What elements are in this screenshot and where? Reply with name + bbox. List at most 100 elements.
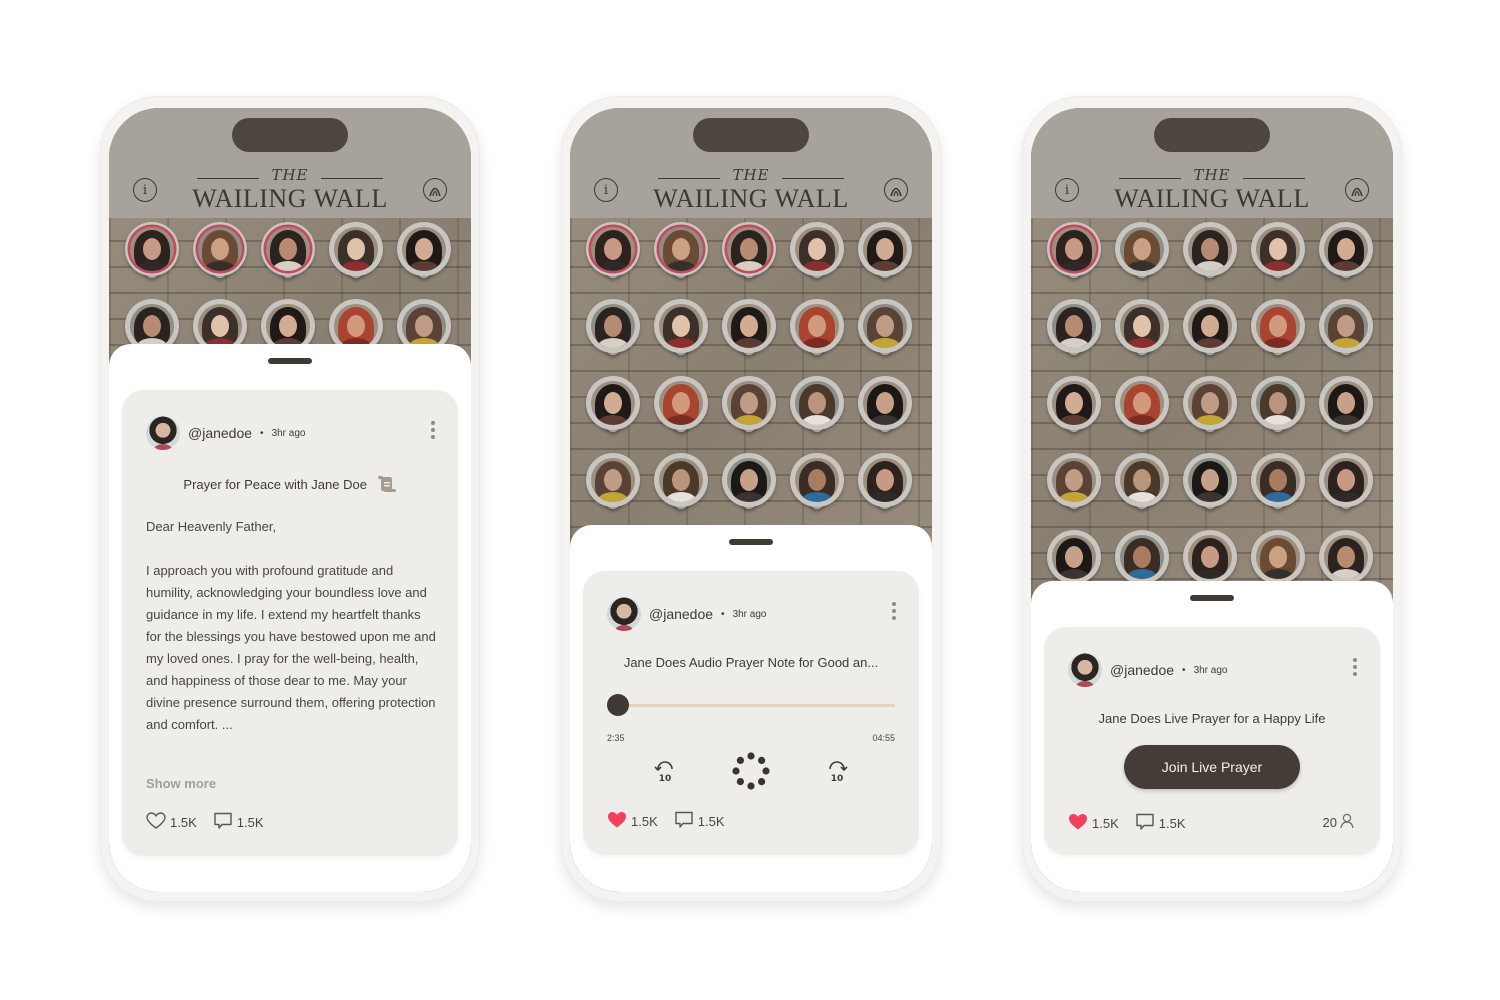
prayer-pin[interactable] xyxy=(1183,376,1237,440)
wall-arch-icon[interactable] xyxy=(1345,178,1369,202)
avatar[interactable] xyxy=(607,597,641,631)
prayer-pin[interactable] xyxy=(790,376,844,440)
comment-button[interactable]: 1.5K xyxy=(674,811,725,832)
user-avatar-photo xyxy=(1256,381,1300,425)
user-avatar-photo xyxy=(659,458,703,502)
prayer-pin[interactable] xyxy=(1319,222,1373,286)
prayer-pin[interactable] xyxy=(722,376,776,440)
prayer-pin[interactable] xyxy=(790,222,844,286)
prayer-pin[interactable] xyxy=(1251,299,1305,363)
post-time: 3hr ago xyxy=(271,427,306,439)
prayer-pin[interactable] xyxy=(858,222,912,286)
more-options-icon[interactable] xyxy=(891,602,897,620)
more-options-icon[interactable] xyxy=(1352,658,1358,676)
phone-screen: THE WAILING WALL i @janedoe • 3hr ago Ja… xyxy=(570,108,932,892)
post-author[interactable]: @janedoe • 3hr ago xyxy=(607,597,766,631)
sheet-drag-handle[interactable] xyxy=(1190,595,1234,601)
prayer-pin[interactable] xyxy=(1115,376,1169,440)
user-avatar-photo xyxy=(591,304,635,348)
join-live-prayer-button[interactable]: Join Live Prayer xyxy=(1124,745,1300,789)
prayer-pin[interactable] xyxy=(1115,299,1169,363)
prayer-pin[interactable] xyxy=(790,299,844,363)
sheet-drag-handle[interactable] xyxy=(268,358,312,364)
username[interactable]: @janedoe xyxy=(188,425,252,441)
app-title: WAILING WALL xyxy=(192,184,388,213)
user-avatar-photo xyxy=(402,304,446,348)
svg-text:10: 10 xyxy=(659,774,672,782)
prayer-pin[interactable] xyxy=(1047,376,1101,440)
prayer-pin[interactable] xyxy=(1115,453,1169,517)
post-author[interactable]: @janedoe • 3hr ago xyxy=(146,416,305,450)
user-avatar-photo xyxy=(1324,381,1368,425)
like-button[interactable]: 1.5K xyxy=(1068,813,1119,834)
username[interactable]: @janedoe xyxy=(1110,662,1174,678)
username[interactable]: @janedoe xyxy=(649,606,713,622)
user-avatar-photo xyxy=(1256,458,1300,502)
avatar[interactable] xyxy=(146,416,180,450)
info-icon[interactable]: i xyxy=(133,178,157,202)
prayer-pin[interactable] xyxy=(1183,299,1237,363)
audio-progress-thumb[interactable] xyxy=(607,694,629,716)
prayer-pin[interactable] xyxy=(654,453,708,517)
avatar[interactable] xyxy=(1068,653,1102,687)
like-button[interactable]: 1.5K xyxy=(607,811,658,832)
phone-screen: THE WAILING WALL i @janedoe • 3hr ago Ja… xyxy=(1031,108,1393,892)
comment-button[interactable]: 1.5K xyxy=(213,812,264,833)
post-author[interactable]: @janedoe • 3hr ago xyxy=(1068,653,1227,687)
prayer-pin[interactable] xyxy=(858,376,912,440)
prayer-pin[interactable] xyxy=(654,299,708,363)
prayer-pin[interactable] xyxy=(193,222,247,286)
prayer-pin[interactable] xyxy=(1047,299,1101,363)
prayer-pin[interactable] xyxy=(1251,376,1305,440)
prayer-pin[interactable] xyxy=(1115,222,1169,286)
play-loading-button[interactable] xyxy=(731,751,771,793)
prayer-pin[interactable] xyxy=(1047,222,1101,286)
prayer-pin[interactable] xyxy=(397,222,451,286)
info-icon[interactable]: i xyxy=(594,178,618,202)
prayer-pin[interactable] xyxy=(1319,299,1373,363)
prayer-pin[interactable] xyxy=(722,299,776,363)
separator-dot: • xyxy=(260,427,264,439)
prayer-pin[interactable] xyxy=(329,222,383,286)
wall-arch-icon[interactable] xyxy=(423,178,447,202)
prayer-pin[interactable] xyxy=(1251,222,1305,286)
audio-progress-track[interactable] xyxy=(609,704,895,707)
prayer-pin[interactable] xyxy=(722,453,776,517)
prayer-pin[interactable] xyxy=(586,453,640,517)
prayer-pin[interactable] xyxy=(1183,453,1237,517)
prayer-pin[interactable] xyxy=(654,222,708,286)
prayer-pin[interactable] xyxy=(586,376,640,440)
prayer-pin[interactable] xyxy=(790,453,844,517)
phone-screen: THE WAILING WALL i @janedoe • 3hr ago Pr… xyxy=(109,108,471,892)
prayer-pin[interactable] xyxy=(586,222,640,286)
bottom-sheet: @janedoe • 3hr ago Jane Does Audio Praye… xyxy=(570,525,932,892)
sheet-drag-handle[interactable] xyxy=(729,539,773,545)
prayer-pin[interactable] xyxy=(125,222,179,286)
forward-10-button[interactable]: 10 xyxy=(823,760,851,785)
like-count: 1.5K xyxy=(170,815,197,830)
comment-button[interactable]: 1.5K xyxy=(1135,813,1186,834)
prayer-pin[interactable] xyxy=(261,222,315,286)
rewind-10-button[interactable]: 10 xyxy=(651,760,679,785)
wall-arch-icon[interactable] xyxy=(884,178,908,202)
prayer-pin[interactable] xyxy=(1319,376,1373,440)
show-more-link[interactable]: Show more xyxy=(146,776,216,791)
prayer-pin[interactable] xyxy=(1319,453,1373,517)
user-avatar-photo xyxy=(1324,458,1368,502)
prayer-pin[interactable] xyxy=(722,222,776,286)
more-options-icon[interactable] xyxy=(430,421,436,439)
prayer-pin[interactable] xyxy=(586,299,640,363)
info-icon[interactable]: i xyxy=(1055,178,1079,202)
prayer-pin[interactable] xyxy=(1183,222,1237,286)
like-button[interactable]: 1.5K xyxy=(146,812,197,833)
user-avatar-photo xyxy=(591,381,635,425)
prayer-pin[interactable] xyxy=(1047,453,1101,517)
prayer-pin[interactable] xyxy=(858,453,912,517)
post-card: @janedoe • 3hr ago Prayer for Peace with… xyxy=(122,390,458,856)
user-avatar-photo xyxy=(1324,304,1368,348)
prayer-pin[interactable] xyxy=(654,376,708,440)
separator-dot: • xyxy=(721,608,725,620)
prayer-pin[interactable] xyxy=(1251,453,1305,517)
prayer-pin[interactable] xyxy=(858,299,912,363)
bottom-sheet: @janedoe • 3hr ago Jane Does Live Prayer… xyxy=(1031,581,1393,892)
